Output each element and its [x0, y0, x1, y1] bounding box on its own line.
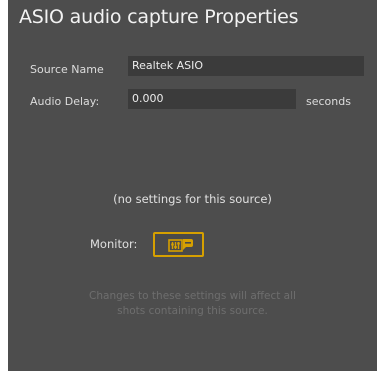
- source-name-label: Source Name: [30, 63, 104, 76]
- source-name-field[interactable]: Realtek ASIO: [128, 56, 364, 76]
- settings-notice-line1: Changes to these settings will affect al…: [89, 290, 296, 302]
- monitor-label: Monitor:: [90, 237, 138, 251]
- properties-panel: ASIO audio capture Properties Source Nam…: [8, 0, 377, 371]
- audio-delay-label: Audio Delay:: [30, 95, 100, 108]
- settings-notice-line2: shots containing this source.: [117, 305, 268, 317]
- monitor-audio-icon: [168, 239, 193, 252]
- audio-delay-unit: seconds: [306, 95, 351, 108]
- monitor-toggle-button[interactable]: [153, 232, 204, 257]
- audio-delay-field[interactable]: 0.000: [128, 89, 296, 109]
- settings-notice: Changes to these settings will affect al…: [8, 289, 377, 319]
- no-settings-message: (no settings for this source): [113, 192, 272, 206]
- dialog-title: ASIO audio capture Properties: [19, 6, 299, 28]
